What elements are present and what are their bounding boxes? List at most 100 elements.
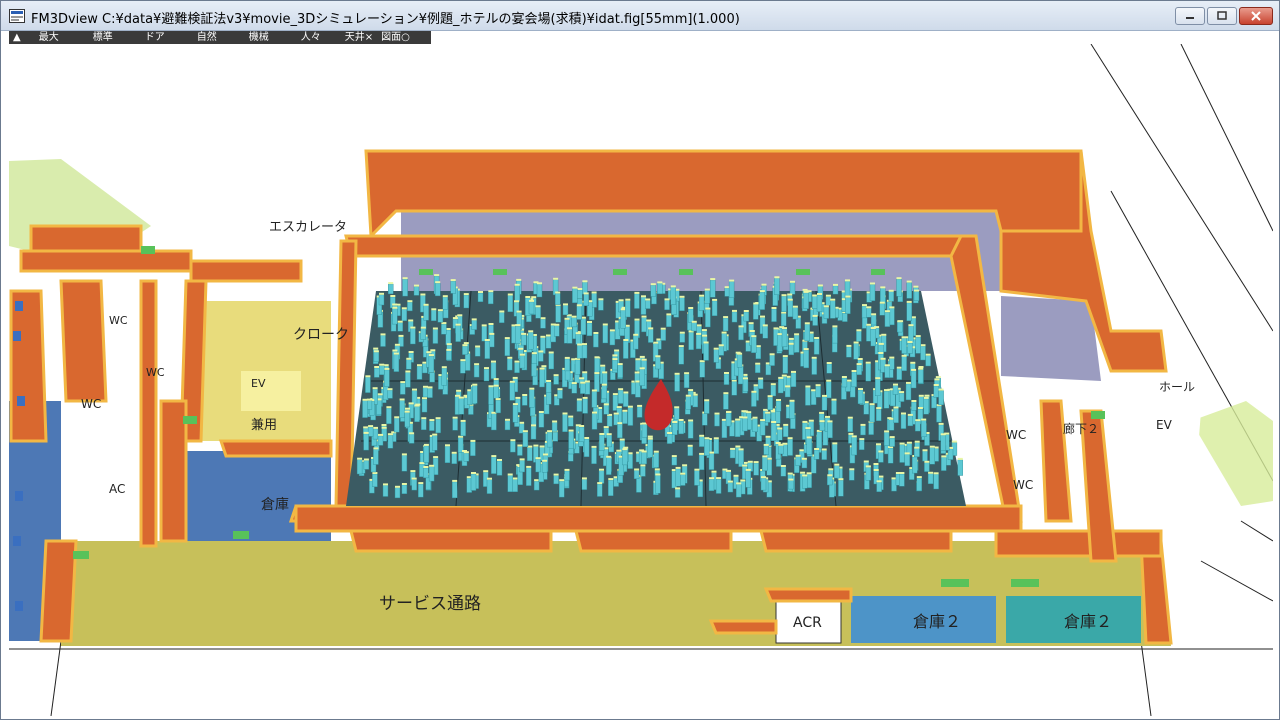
person-head (514, 283, 520, 286)
minimize-button[interactable] (1175, 7, 1205, 25)
person-head (889, 356, 895, 359)
toolbar-natural[interactable]: 自然 (193, 31, 221, 44)
person-marker (703, 343, 709, 361)
person-marker (406, 359, 412, 370)
person-marker (429, 372, 435, 383)
person-marker (810, 391, 817, 405)
person-head (735, 445, 741, 448)
person-marker (387, 435, 394, 449)
person-head (870, 327, 876, 329)
person-head (803, 348, 809, 351)
person-head (546, 334, 551, 337)
person-head (363, 426, 369, 429)
person-head (709, 451, 714, 454)
person-head (908, 324, 914, 327)
person-head (474, 363, 480, 366)
label-storage2b: 倉庫２ (1064, 612, 1112, 631)
person-marker (657, 283, 663, 294)
person-marker (379, 365, 385, 376)
toolbar-drawing[interactable]: 図面○ (377, 31, 414, 44)
label-storage2a: 倉庫２ (913, 612, 961, 631)
3d-viewport[interactable]: エスカレータ クローク WC WC WC WC WC EV EV 兼用 倉庫 サ… (9, 44, 1273, 716)
toolbar-standard[interactable]: 標準 (89, 31, 117, 44)
toolbar-collapse[interactable]: ▲ (9, 31, 25, 44)
person-marker (897, 322, 903, 333)
person-head (760, 419, 766, 422)
person-marker (446, 350, 452, 361)
person-head (484, 339, 490, 341)
person-head (718, 344, 724, 347)
person-head (775, 442, 781, 444)
person-marker (617, 364, 623, 378)
app-window: FM3Dview C:¥data¥避難検証法v3¥movie_3Dシミュレーショ… (0, 0, 1280, 720)
person-marker (778, 445, 784, 455)
person-marker (770, 422, 777, 441)
person-head (654, 468, 660, 471)
person-head (429, 419, 435, 422)
person-head (451, 451, 457, 454)
person-head (851, 370, 857, 372)
toolbar-door[interactable]: ドア (141, 31, 169, 44)
person-marker (602, 325, 608, 344)
person-head (535, 305, 541, 308)
person-marker (450, 280, 456, 294)
person-marker (685, 396, 691, 410)
person-marker (789, 282, 796, 295)
person-marker (653, 452, 659, 468)
person-head (916, 476, 922, 479)
person-marker (386, 408, 392, 425)
person-marker (484, 340, 490, 359)
person-marker (884, 312, 891, 327)
toolbar-people[interactable]: 人々 (297, 31, 325, 44)
person-head (672, 421, 678, 423)
person-head (591, 291, 597, 294)
toolbar-maximize[interactable]: 最大 (35, 31, 63, 44)
person-marker (517, 446, 523, 456)
floorplan-3d-view[interactable]: エスカレータ クローク WC WC WC WC WC EV EV 兼用 倉庫 サ… (9, 44, 1273, 716)
person-marker (888, 419, 895, 431)
person-head (423, 303, 429, 306)
person-marker (912, 456, 918, 474)
person-marker (795, 317, 801, 329)
person-marker (766, 459, 772, 476)
person-marker (914, 448, 920, 458)
person-head (408, 351, 414, 353)
toolbar-mechanical[interactable]: 機械 (245, 31, 273, 44)
person-head (515, 396, 521, 399)
person-marker (920, 346, 926, 361)
person-head (484, 367, 489, 370)
person-head (817, 293, 822, 295)
person-head (509, 380, 515, 383)
person-marker (408, 434, 415, 444)
person-marker (581, 479, 588, 490)
person-head (381, 426, 387, 429)
person-head (429, 464, 435, 467)
maximize-button[interactable] (1207, 7, 1237, 25)
person-head (765, 435, 771, 438)
person-marker (702, 413, 708, 426)
toolbar-ceiling[interactable]: 天井× (341, 31, 377, 44)
person-marker (538, 352, 544, 362)
person-head (553, 374, 559, 377)
person-marker (576, 400, 583, 412)
person-marker (423, 445, 430, 463)
person-head (687, 444, 693, 447)
person-head (497, 459, 502, 461)
person-marker (769, 355, 775, 366)
person-marker (805, 387, 811, 406)
person-head (618, 299, 624, 302)
person-marker (876, 408, 882, 422)
person-head (386, 406, 392, 409)
person-head (832, 442, 838, 445)
person-head (592, 411, 597, 414)
person-head (901, 412, 906, 415)
person-head (827, 420, 833, 423)
title-bar[interactable]: FM3Dview C:¥data¥避難検証法v3¥movie_3Dシミュレーショ… (1, 1, 1279, 31)
person-marker (865, 363, 871, 382)
person-head (576, 304, 582, 307)
person-marker (887, 447, 894, 464)
person-head (788, 342, 794, 345)
person-marker (372, 428, 379, 440)
person-head (418, 482, 424, 485)
close-button[interactable] (1239, 7, 1273, 25)
